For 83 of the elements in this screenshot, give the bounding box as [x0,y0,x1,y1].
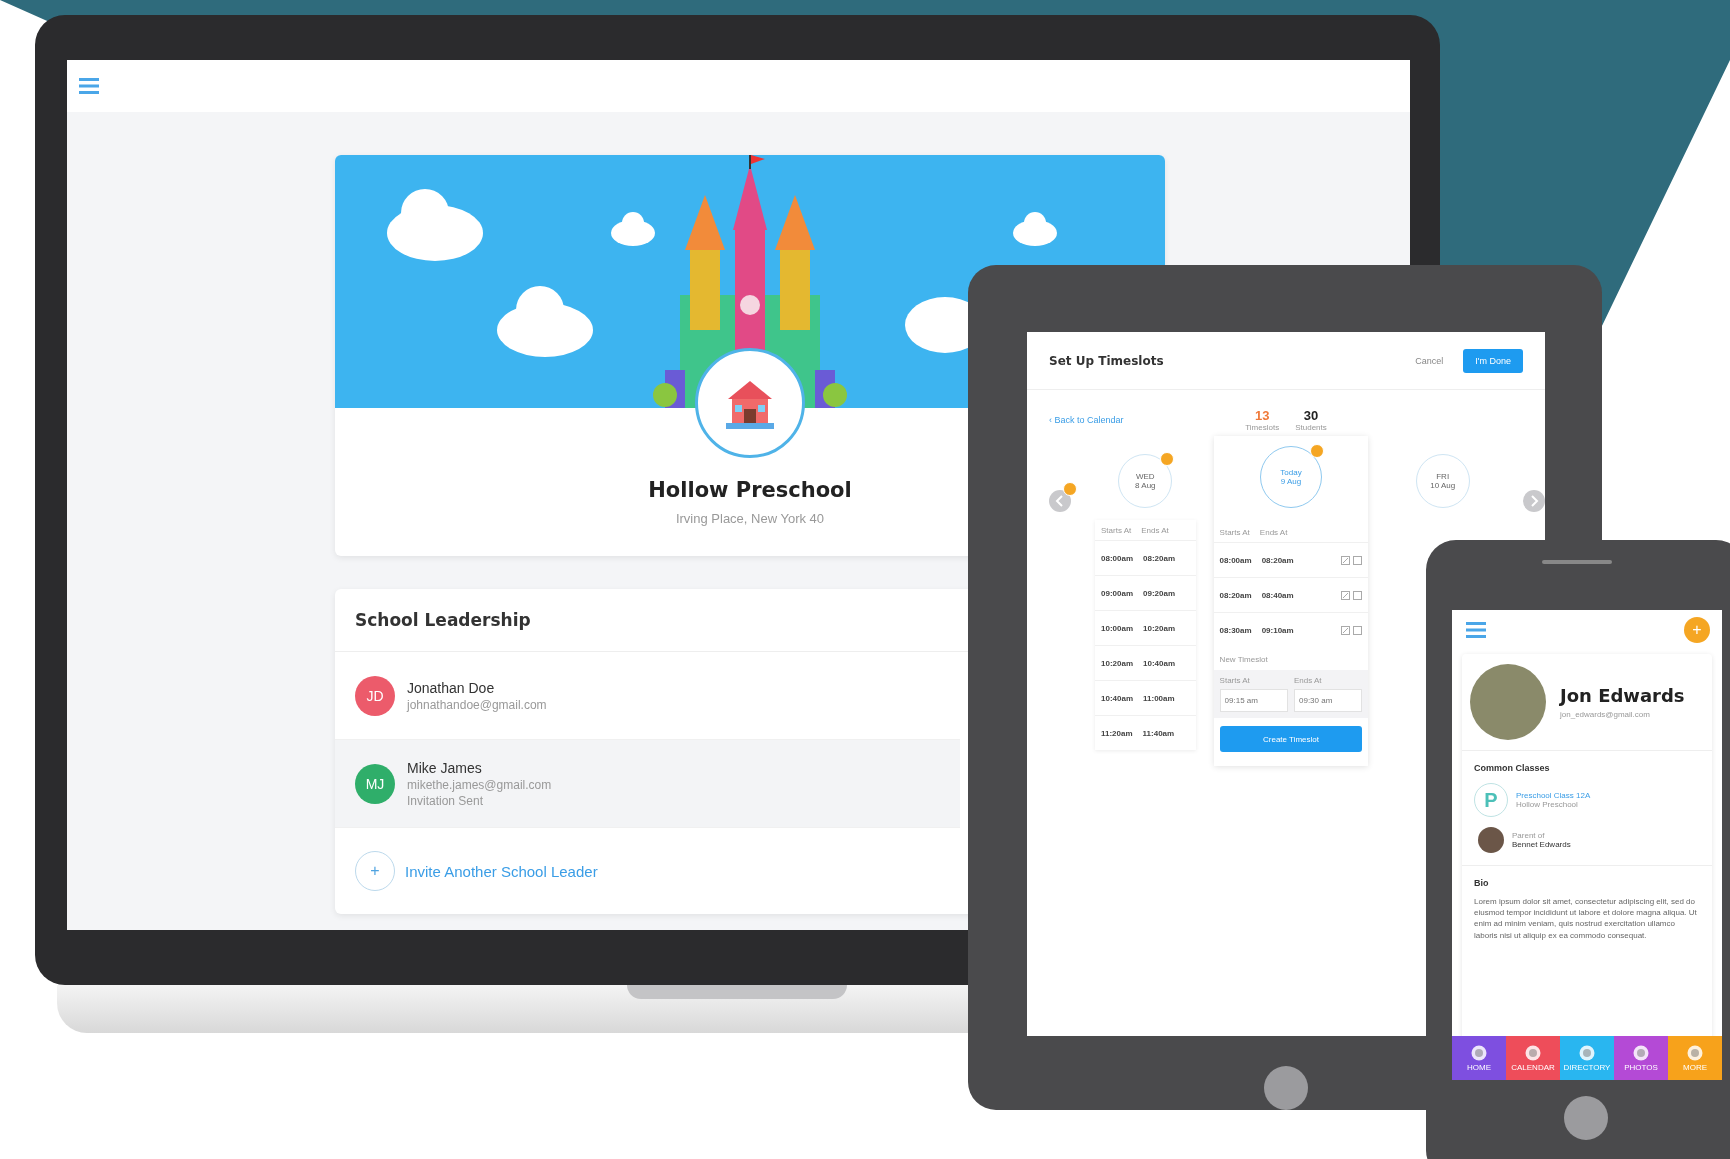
stat-value: 30 [1303,408,1319,423]
edit-icon[interactable] [1341,555,1351,565]
leader-name: Mike James [407,759,483,776]
time-cell: 10:00am [1101,623,1134,633]
nav-tab[interactable]: PHOTOS [1614,1036,1668,1080]
time-cell: 10:20am [1101,658,1134,668]
done-button[interactable]: I'm Done [1463,348,1523,373]
column-header: Starts At [1101,525,1132,535]
page-title: Set Up Timeslots [1049,353,1164,368]
time-cell: 11:00am [1143,693,1175,703]
class-school: Hollow Preschool [1516,800,1579,809]
nav-tab[interactable]: CALENDAR [1506,1036,1560,1080]
edit-icon[interactable] [1341,625,1351,635]
field-label: Ends At [1294,676,1323,685]
time-cell: 08:00am [1219,555,1252,565]
leader-email: johnathandoe@gmail.com [407,697,547,712]
initials-avatar: JD [355,675,395,716]
emblem-icon [1687,1044,1703,1061]
add-icon[interactable]: + [355,851,395,891]
emblem-icon [1525,1044,1541,1061]
time-cell: 09:10am [1261,625,1294,635]
add-button[interactable]: + [1684,617,1710,643]
time-cell: 10:20am [1143,623,1176,633]
time-cell: 08:00am [1101,553,1134,563]
menu-icon[interactable] [1466,621,1486,639]
time-cell: 10:40am [1101,693,1134,703]
nav-tab[interactable]: MORE [1668,1036,1722,1080]
relation-label: Parent of [1512,831,1546,840]
home-button[interactable] [1564,1096,1608,1140]
time-cell: 08:40am [1261,590,1294,600]
profile-name: Jon Edwards [1560,685,1685,706]
stat-value: 13 [1254,408,1270,423]
class-link[interactable]: Preschool Class 12A [1516,791,1591,800]
time-cell: 08:20am [1261,555,1294,565]
time-cell: 08:30am [1219,625,1252,635]
time-cell: 08:20am [1219,590,1252,600]
day-tab[interactable]: WED 8 Aug [1118,454,1173,508]
cancel-link[interactable]: Cancel [1415,355,1444,366]
form-title: New Timeslot [1218,654,1269,666]
delete-icon[interactable] [1353,555,1363,565]
time-cell: 11:20am [1101,728,1133,738]
home-button[interactable] [1264,1066,1308,1110]
column-header: Ends At [1259,527,1288,537]
edit-icon[interactable] [1341,590,1351,600]
back-link[interactable]: ‹ Back to Calendar [1049,415,1246,425]
nav-tab[interactable]: DIRECTORY [1560,1036,1614,1080]
time-cell: 11:40am [1142,728,1175,738]
profile-email: jon_edwards@gmail.com [1560,710,1651,719]
leader-row[interactable]: MJ Mike James mikethe.james@gmail.com Invitation Sent [335,740,960,828]
leader-email: mikethe.james@gmail.com [407,777,552,792]
stat-label: Students [1295,423,1327,432]
delete-icon[interactable] [1353,625,1363,635]
time-cell: 09:20am [1143,588,1176,598]
time-cell: 10:40am [1143,658,1176,668]
emblem-icon [1633,1044,1649,1061]
emblem-icon [1471,1044,1487,1061]
menu-icon[interactable] [79,77,99,95]
section-title: Common Classes [1474,763,1551,773]
end-time-field[interactable]: 09:30 am [1294,689,1363,712]
time-cell: 08:20am [1143,553,1176,563]
time-cell: 09:00am [1101,588,1134,598]
create-timeslot-button[interactable]: Create Timeslot [1219,726,1363,752]
field-label: Starts At [1219,676,1251,685]
day-tab[interactable]: FRI 10 Aug [1415,454,1470,508]
delete-icon[interactable] [1353,590,1363,600]
school-address: Irving Place, New York 40 [675,511,825,526]
start-time-field[interactable]: 09:15 am [1219,689,1288,712]
section-title: School Leadership [355,610,531,630]
section-title: Bio [1474,878,1490,888]
school-name: Hollow Preschool [648,478,852,502]
column-header: Starts At [1219,527,1250,537]
nav-tab[interactable]: HOME [1452,1036,1506,1080]
invite-link[interactable]: Invite Another School Leader [405,862,598,880]
emblem-icon [1579,1044,1595,1061]
day-tab[interactable]: Today 9 Aug [1260,446,1322,508]
initials-avatar: MJ [355,763,395,804]
invitation-status: Invitation Sent [407,793,485,808]
bio-text: Lorem ipsum dolor sit amet, consectetur adipiscing elit, sed do eiusmod tempor incididunt ut labore et dolore magna aliqua. Ut enim ad minim veniam, quis nostrud exercitation ullamco laboris nisi ut aliquip ex ea commodo consequat. [1474,896,1698,941]
child-name: Bennet Edwards [1512,840,1571,849]
column-header: Ends At [1141,525,1169,535]
leader-name: Jonathan Doe [407,679,496,696]
child-avatar [1478,827,1504,853]
stat-label: Timeslots [1245,423,1280,432]
